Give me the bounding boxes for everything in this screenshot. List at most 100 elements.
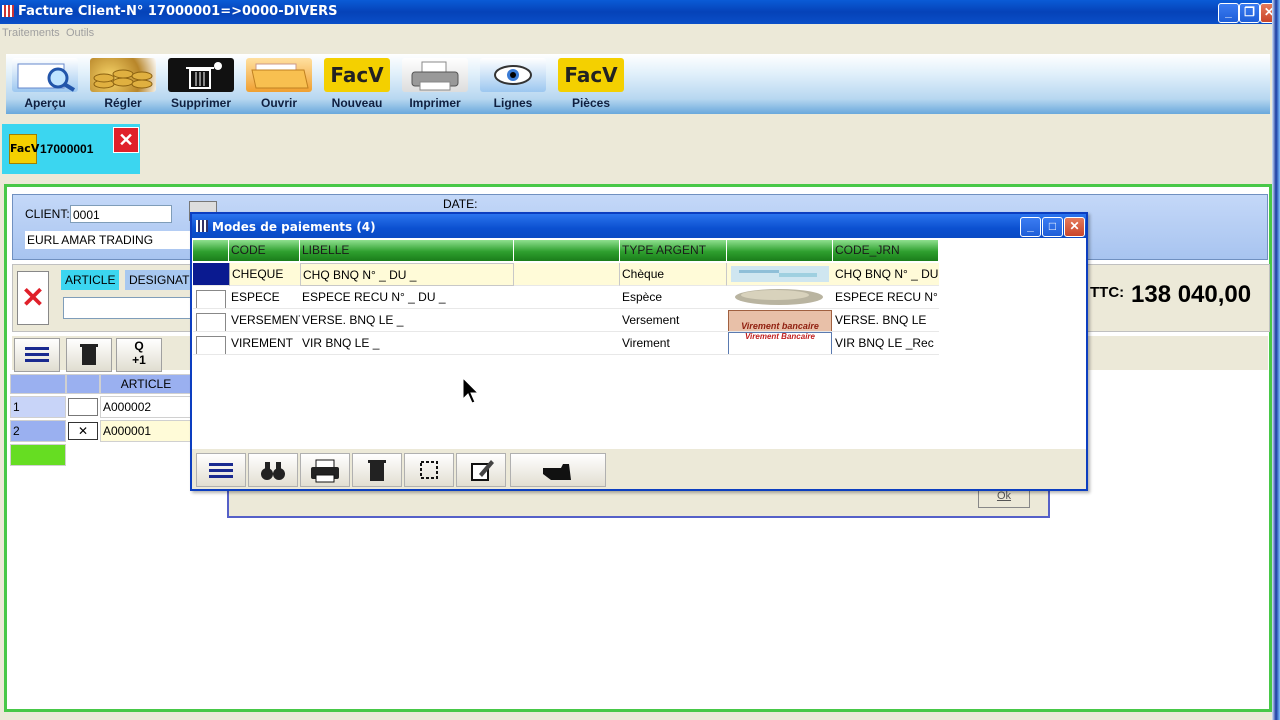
dialog-maximize-button[interactable]: □ <box>1042 217 1063 237</box>
menu-outils[interactable]: Outils <box>66 27 94 39</box>
window-title: Facture Client-N° 17000001=>0000-DIVERS <box>18 4 338 19</box>
pieces-label: Pièces <box>571 96 611 110</box>
regler-label: Régler <box>104 96 142 110</box>
quantity-plus-icon[interactable]: Q +1 <box>116 338 162 372</box>
printer-icon[interactable] <box>300 453 350 487</box>
select-all-icon[interactable] <box>404 453 454 487</box>
article-search-input[interactable] <box>63 297 193 319</box>
libelle-cell[interactable]: VERSE. BNQ LE _ <box>300 309 514 332</box>
libelle-cell[interactable]: CHQ BNQ N° _ DU _ <box>300 263 514 286</box>
row-selector[interactable] <box>193 309 229 332</box>
main-toolbar: Aperçu Régler Supprimer Ouvrir FacV Nouv… <box>6 54 1270 114</box>
ttc-label: TTC: <box>1090 284 1125 301</box>
grid-icon <box>196 220 208 232</box>
type-argent-cell[interactable]: Espèce <box>620 286 727 309</box>
facv-icon: FacV <box>324 58 390 92</box>
col-header-image[interactable] <box>727 240 833 261</box>
apercu-button[interactable]: Aperçu <box>8 54 82 112</box>
libelle-cell[interactable]: ESPECE RECU N° _ DU _ <box>300 286 514 309</box>
restore-button[interactable]: ❐ <box>1239 3 1260 23</box>
row-selector[interactable] <box>193 332 229 355</box>
trash-icon[interactable] <box>352 453 402 487</box>
window-title-bar: Facture Client-N° 17000001=>0000-DIVERS … <box>0 0 1280 24</box>
grid-row-num: 2 <box>10 420 66 442</box>
hand-pointer-icon[interactable] <box>510 453 606 487</box>
tab-article[interactable]: ARTICLE <box>61 270 119 290</box>
type-argent-cell[interactable]: Virement <box>620 332 727 355</box>
wire-image-text: Virement Bancaire <box>728 332 832 354</box>
supprimer-button[interactable]: Supprimer <box>164 54 238 112</box>
blank-cell[interactable] <box>514 309 620 332</box>
code-cell[interactable]: VERSEMENT <box>229 309 300 332</box>
trash-icon <box>168 58 234 92</box>
table-row[interactable]: CHEQUE CHQ BNQ N° _ DU _ Chèque CHQ BNQ … <box>193 263 939 286</box>
libelle-cell[interactable]: VIR BNQ LE _ <box>300 332 514 355</box>
folder-icon <box>246 58 312 92</box>
col-header-type-argent[interactable]: TYPE ARGENT <box>620 240 727 261</box>
cancel-line-icon[interactable]: ✕ <box>17 271 49 325</box>
table-row[interactable]: VIREMENT VIR BNQ LE _ Virement Virement … <box>193 332 939 355</box>
facv-icon: FacV <box>558 58 624 92</box>
document-number: 17000001 <box>40 142 94 156</box>
code-jrn-cell[interactable]: CHQ BNQ N° _ DU <box>833 263 939 286</box>
dialog-title-bar: Modes de paiements (4) _ □ ✕ <box>192 214 1086 238</box>
eye-icon <box>480 58 546 92</box>
pieces-button[interactable]: FacV Pièces <box>554 54 628 112</box>
col-header-code-jrn[interactable]: CODE_JRN <box>833 240 939 261</box>
code-cell[interactable]: CHEQUE <box>229 263 300 286</box>
mouse-cursor-icon <box>462 376 482 408</box>
screen-edge <box>1272 0 1280 720</box>
code-jrn-cell[interactable]: ESPECE RECU N° <box>833 286 939 309</box>
binoculars-icon[interactable] <box>248 453 298 487</box>
minimize-button[interactable]: _ <box>1218 3 1239 23</box>
row-selector[interactable] <box>193 263 229 286</box>
dialog-minimize-button[interactable]: _ <box>1020 217 1041 237</box>
grid-row-article[interactable]: A000001 <box>100 420 192 442</box>
coins-icon <box>90 58 156 92</box>
apercu-label: Aperçu <box>24 96 66 110</box>
ouvrir-label: Ouvrir <box>260 96 297 110</box>
client-code-field[interactable]: 0001 <box>70 205 172 223</box>
type-argent-cell[interactable]: Versement <box>620 309 727 332</box>
regler-button[interactable]: Régler <box>86 54 160 112</box>
col-header-blank[interactable] <box>514 240 620 261</box>
nouveau-label: Nouveau <box>331 96 383 110</box>
row-selector[interactable] <box>193 286 229 309</box>
col-header-code[interactable]: CODE <box>229 240 300 261</box>
grid-row-checkbox[interactable] <box>68 398 98 416</box>
grid-row-article[interactable]: A000002 <box>100 396 192 418</box>
client-label: CLIENT: <box>25 207 70 221</box>
cheque-image <box>727 263 833 286</box>
supprimer-label: Supprimer <box>170 96 231 110</box>
ouvrir-button[interactable]: Ouvrir <box>242 54 316 112</box>
col-header-sel <box>193 240 229 261</box>
trash-icon[interactable] <box>66 338 112 372</box>
grid-row-checkbox[interactable]: ✕ <box>68 422 98 440</box>
menu-icon[interactable] <box>196 453 246 487</box>
printer-icon <box>402 58 468 92</box>
wire-image: Virement Bancaire <box>727 332 833 355</box>
table-row[interactable]: ESPECE ESPECE RECU N° _ DU _ Espèce ESPE… <box>193 286 939 309</box>
code-jrn-cell[interactable]: VIR BNQ LE _Rec <box>833 332 939 355</box>
code-cell[interactable]: VIREMENT <box>229 332 300 355</box>
blank-cell[interactable] <box>514 332 620 355</box>
imprimer-button[interactable]: Imprimer <box>398 54 472 112</box>
close-tab-icon[interactable]: ✕ <box>113 127 139 153</box>
transfer-image: Virement bancaire <box>727 309 833 332</box>
type-argent-cell[interactable]: Chèque <box>620 263 727 286</box>
menu-icon[interactable] <box>14 338 60 372</box>
code-jrn-cell[interactable]: VERSE. BNQ LE <box>833 309 939 332</box>
grid-new-row[interactable] <box>10 444 66 466</box>
tab-designation[interactable]: DESIGNAT <box>125 270 195 290</box>
edit-icon[interactable] <box>456 453 506 487</box>
blank-cell[interactable] <box>514 263 620 286</box>
dialog-close-button[interactable]: ✕ <box>1064 217 1085 237</box>
menu-traitements[interactable]: Traitements <box>2 27 60 39</box>
lignes-button[interactable]: Lignes <box>476 54 550 112</box>
table-row[interactable]: VERSEMENT VERSE. BNQ LE _ Versement Vire… <box>193 309 939 332</box>
client-name-field[interactable]: EURL AMAR TRADING <box>25 231 195 249</box>
col-header-libelle[interactable]: LIBELLE <box>300 240 514 261</box>
code-cell[interactable]: ESPECE <box>229 286 300 309</box>
blank-cell[interactable] <box>514 286 620 309</box>
nouveau-button[interactable]: FacV Nouveau <box>320 54 394 112</box>
